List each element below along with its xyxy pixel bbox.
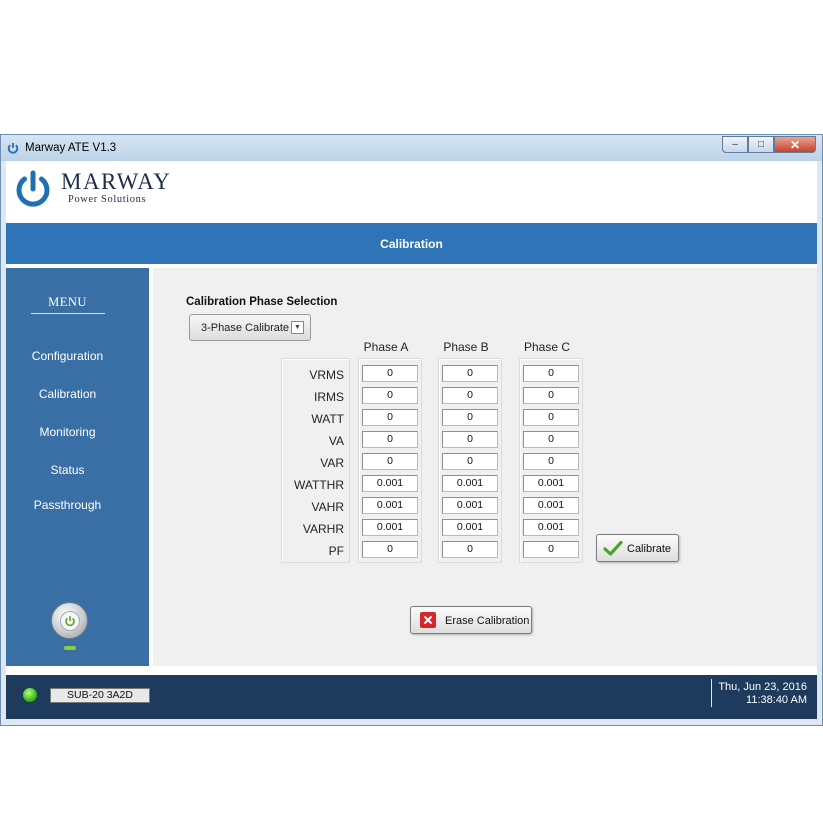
phase-c-vahr-field[interactable]: 0.001 [523,497,579,514]
phase-a-var-field[interactable]: 0 [362,453,418,470]
phase-c-watt-field[interactable]: 0 [523,409,579,426]
column-header-phase-c: Phase C [523,340,571,354]
calibrate-button[interactable]: Calibrate [596,534,679,562]
phase-a-vahr-field[interactable]: 0.001 [362,497,418,514]
phase-selection-label: Calibration Phase Selection [186,296,338,308]
phase-a-panel: 0 0 0 0 0 0.001 0.001 0.001 0 [358,358,422,563]
title-bar[interactable]: Marway ATE V1.3 – □ ✕ [1,135,822,161]
power-button[interactable] [51,602,88,639]
page-header: Calibration [6,223,817,264]
phase-a-irms-field[interactable]: 0 [362,387,418,404]
phase-b-va-field[interactable]: 0 [442,431,498,448]
phase-selection-value: 3-Phase Calibrate [201,322,290,334]
phase-b-watt-field[interactable]: 0 [442,409,498,426]
erase-calibration-label: Erase Calibration [445,615,530,627]
phase-b-vrms-field[interactable]: 0 [442,365,498,382]
phase-a-watt-field[interactable]: 0 [362,409,418,426]
status-time: 11:38:40 AM [746,694,807,706]
sidebar-item-status[interactable]: Status [6,463,129,477]
sidebar-item-monitoring[interactable]: Monitoring [6,425,129,439]
connection-status-led [23,688,37,702]
status-bar: SUB-20 3A2D Thu, Jun 23, 2016 11:38:40 A… [6,675,817,719]
phase-selection-dropdown[interactable]: 3-Phase Calibrate ▼ [189,314,311,341]
power-indicator [64,646,76,650]
phase-b-varhr-field[interactable]: 0.001 [442,519,498,536]
phase-c-varhr-field[interactable]: 0.001 [523,519,579,536]
row-label-watthr: WATTHR [294,478,344,492]
phase-b-vahr-field[interactable]: 0.001 [442,497,498,514]
minimize-button[interactable]: – [722,136,748,153]
row-label-vahr: VAHR [311,500,344,514]
phase-c-va-field[interactable]: 0 [523,431,579,448]
row-label-pf: PF [328,544,344,558]
status-date: Thu, Jun 23, 2016 [718,681,807,693]
client-area: MARWAY Power Solutions Calibration MENU … [6,161,817,719]
maximize-button[interactable]: □ [748,136,774,153]
calibrate-label: Calibrate [627,543,672,555]
phase-c-watthr-field[interactable]: 0.001 [523,475,579,492]
sidebar: MENU Configuration Calibration Monitorin… [6,268,149,666]
sidebar-item-passthrough[interactable]: Passthrough [6,498,129,512]
phase-c-panel: 0 0 0 0 0 0.001 0.001 0.001 0 [519,358,583,563]
logo-subtitle: Power Solutions [68,194,147,205]
power-icon [59,610,80,631]
phase-a-watthr-field[interactable]: 0.001 [362,475,418,492]
menu-underline [31,313,105,314]
column-header-phase-b: Phase B [443,340,489,354]
page-title: Calibration [380,237,443,251]
phase-c-vrms-field[interactable]: 0 [523,365,579,382]
row-label-irms: IRMS [314,390,344,404]
marway-power-logo [16,170,50,207]
row-label-va: VA [328,434,344,448]
erase-calibration-button[interactable]: Erase Calibration [410,606,532,634]
device-id-field: SUB-20 3A2D [50,688,150,703]
check-icon [603,540,623,556]
app-window: Marway ATE V1.3 – □ ✕ MARWAY Power Solut… [0,134,823,726]
row-label-vrms: VRMS [309,368,344,382]
row-labels-panel: VRMS IRMS WATT VA VAR WATTHR VAHR VARHR … [281,358,350,563]
x-mark-icon [420,612,436,628]
window-controls: – □ ✕ [722,136,816,154]
phase-b-var-field[interactable]: 0 [442,453,498,470]
calibration-panel: Calibration Phase Selection 3-Phase Cali… [153,268,817,666]
column-header-phase-a: Phase A [363,340,409,354]
sidebar-item-configuration[interactable]: Configuration [6,349,129,363]
phase-c-irms-field[interactable]: 0 [523,387,579,404]
marway-power-icon [7,143,19,154]
logo-banner: MARWAY Power Solutions [6,161,817,223]
status-divider [711,679,712,707]
phase-c-var-field[interactable]: 0 [523,453,579,470]
chevron-down-icon[interactable]: ▼ [291,321,304,334]
row-label-watt: WATT [311,412,344,426]
phase-b-pf-field[interactable]: 0 [442,541,498,558]
row-label-varhr: VARHR [302,522,344,536]
phase-a-va-field[interactable]: 0 [362,431,418,448]
phase-b-panel: 0 0 0 0 0 0.001 0.001 0.001 0 [438,358,502,563]
phase-a-pf-field[interactable]: 0 [362,541,418,558]
logo-name: MARWAY [61,169,172,194]
menu-title: MENU [48,295,87,309]
phase-a-varhr-field[interactable]: 0.001 [362,519,418,536]
row-label-var: VAR [320,456,344,470]
sidebar-item-calibration[interactable]: Calibration [6,387,129,401]
phase-a-vrms-field[interactable]: 0 [362,365,418,382]
close-button[interactable]: ✕ [774,136,816,153]
window-title: Marway ATE V1.3 [25,142,117,154]
phase-b-watthr-field[interactable]: 0.001 [442,475,498,492]
phase-c-pf-field[interactable]: 0 [523,541,579,558]
phase-b-irms-field[interactable]: 0 [442,387,498,404]
